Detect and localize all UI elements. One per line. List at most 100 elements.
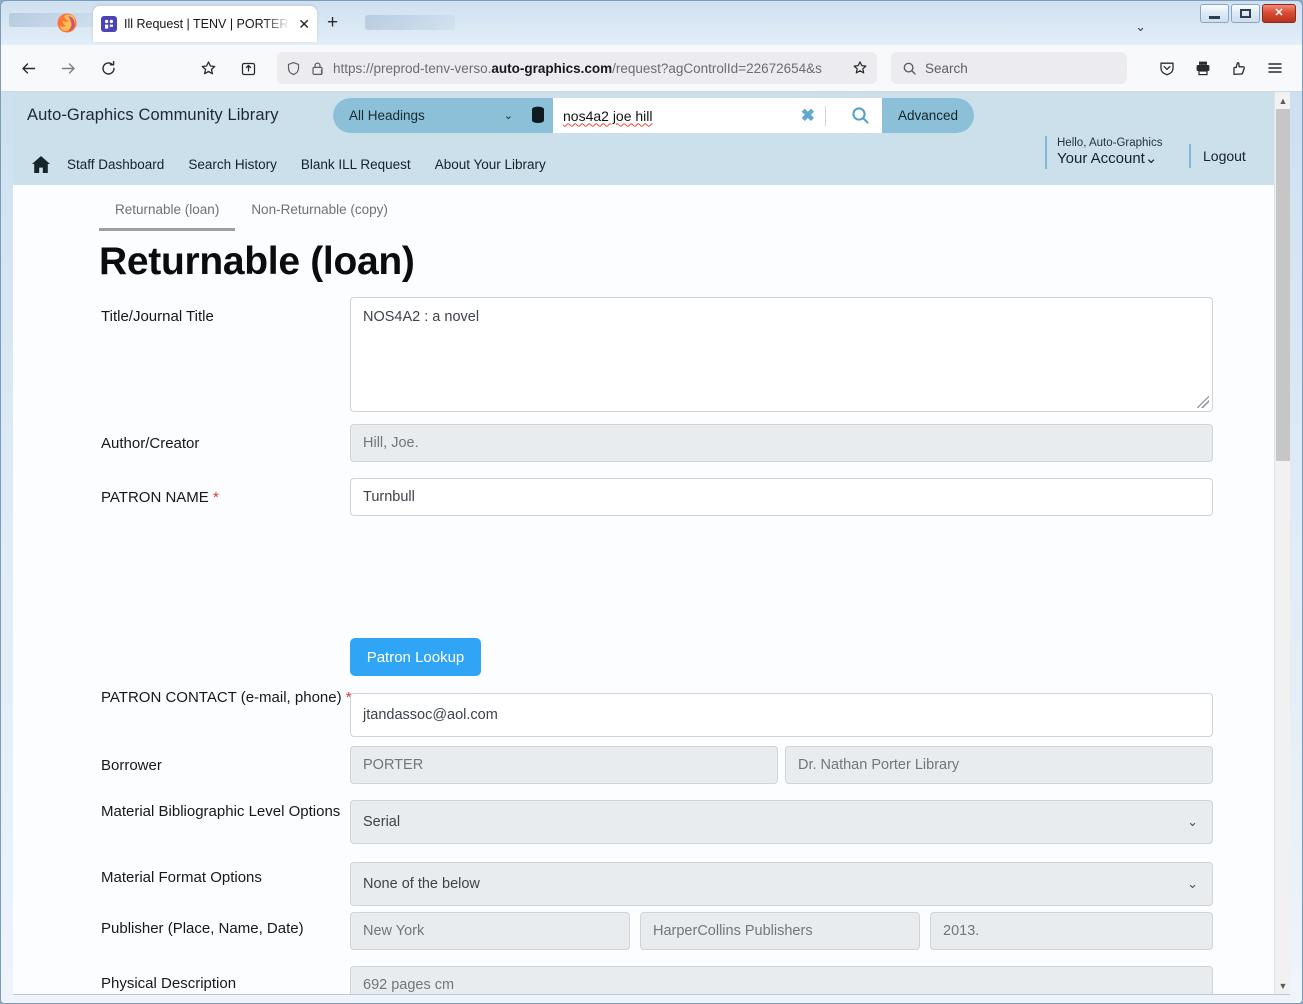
tab-close-icon[interactable]: ✕	[297, 17, 311, 31]
nav-item-staff-dashboard[interactable]: Staff Dashboard	[55, 157, 176, 172]
request-form: Returnable (loan) Non-Returnable (copy) …	[13, 185, 1274, 994]
author-input[interactable]: Hill, Joe.	[350, 424, 1213, 462]
patron-name-input[interactable]: Turnbull	[350, 478, 1213, 516]
scroll-down-icon[interactable]: ▼	[1275, 977, 1290, 994]
site-brand: Auto-Graphics Community Library	[27, 106, 279, 124]
search-icon	[901, 60, 917, 76]
search-input-value: nos4a2 joe hill	[563, 107, 653, 124]
reload-icon[interactable]	[93, 53, 123, 83]
chevron-down-icon: ⌄	[1187, 876, 1198, 891]
advanced-search-button[interactable]: Advanced	[882, 98, 975, 133]
page-scrollbar[interactable]: ▲ ▼	[1274, 92, 1290, 994]
print-icon[interactable]	[1188, 53, 1218, 83]
label-material-format: Material Format Options	[101, 869, 262, 886]
borrower-name-input[interactable]: Dr. Nathan Porter Library	[785, 746, 1213, 784]
tab-list-chevron-icon[interactable]: ⌄	[1135, 19, 1146, 35]
home-icon[interactable]	[31, 155, 51, 174]
publisher-place-value: New York	[363, 923, 425, 939]
bookmark-star-icon[interactable]	[193, 53, 223, 83]
search-divider	[825, 105, 826, 126]
resize-handle[interactable]	[1197, 396, 1209, 408]
toolbar-right-icons	[1152, 53, 1290, 83]
patron-lookup-button[interactable]: Patron Lookup	[350, 638, 481, 676]
borrower-code-input[interactable]: PORTER	[350, 746, 778, 784]
app-menu-icon[interactable]	[1260, 53, 1290, 83]
search-submit-button[interactable]	[838, 98, 882, 133]
label-patron-name: PATRON NAME *	[101, 489, 219, 506]
borrower-code-value: PORTER	[363, 757, 424, 773]
material-biblevel-value: Serial	[363, 814, 401, 830]
publisher-name-input[interactable]: HarperCollins Publishers	[640, 912, 920, 950]
publisher-place-input[interactable]: New York	[350, 912, 630, 950]
reader-extension-icon[interactable]	[1224, 53, 1254, 83]
url-domain: auto-graphics.com	[491, 60, 613, 76]
required-marker: *	[212, 489, 219, 506]
scrollbar-thumb[interactable]	[1276, 109, 1290, 461]
url-suffix: /request?agControlId=22672654&s	[612, 60, 822, 76]
patron-name-input-value: Turnbull	[363, 489, 415, 505]
search-scope-dropdown[interactable]: All Headings ⌄	[333, 98, 523, 133]
forward-icon[interactable]	[53, 53, 83, 83]
minimize-button[interactable]	[1200, 4, 1229, 23]
maximize-button[interactable]	[1231, 4, 1260, 23]
database-icon[interactable]	[523, 98, 553, 133]
label-material-biblevel: Material Bibliographic Level Options	[101, 803, 341, 820]
page-title: Returnable (loan)	[99, 240, 415, 283]
nav-item-about-your-library[interactable]: About Your Library	[423, 157, 558, 172]
window-controls: ✕	[1200, 4, 1296, 23]
account-greeting: Hello, Auto-Graphics	[1057, 137, 1163, 149]
publisher-date-input[interactable]: 2013.	[930, 912, 1213, 950]
tab-returnable-loan[interactable]: Returnable (loan)	[99, 202, 236, 231]
firefox-logo-icon	[56, 12, 78, 34]
shield-icon	[285, 60, 302, 77]
label-physical-description: Physical Description	[101, 975, 237, 992]
address-bookmark-star-icon[interactable]	[851, 59, 869, 77]
web-page: Auto-Graphics Community Library All Head…	[13, 92, 1274, 994]
chevron-down-icon: ⌄	[503, 110, 513, 122]
primary-nav: Staff Dashboard Search History Blank ILL…	[13, 144, 558, 185]
insecure-lock-icon	[309, 60, 326, 77]
physical-description-input[interactable]: 692 pages cm	[350, 966, 1213, 994]
nav-item-blank-ill-request[interactable]: Blank ILL Request	[289, 157, 423, 172]
window-title-ghost	[9, 13, 99, 27]
new-tab-button[interactable]: +	[327, 13, 338, 32]
back-icon[interactable]	[13, 53, 43, 83]
scroll-up-icon[interactable]: ▲	[1275, 92, 1290, 109]
url-prefix: https://preprod-tenv-verso.	[333, 60, 492, 76]
browser-search-box[interactable]: Search	[891, 52, 1127, 84]
patron-contact-input[interactable]: jtandassoc@aol.com	[350, 693, 1213, 737]
publisher-date-value: 2013.	[943, 923, 980, 939]
material-format-select[interactable]: None of the below ⌄	[350, 862, 1213, 906]
site-header: Auto-Graphics Community Library All Head…	[13, 92, 1274, 225]
label-publisher: Publisher (Place, Name, Date)	[101, 920, 304, 937]
tab-non-returnable-copy[interactable]: Non-Returnable (copy)	[235, 202, 404, 231]
browser-window: Ill Request | TENV | PORTER | Au ✕ + ⌄ ✕	[0, 0, 1303, 1004]
label-author: Author/Creator	[101, 435, 200, 452]
label-patron-contact: PATRON CONTACT (e-mail, phone) *	[101, 689, 352, 706]
clear-search-icon[interactable]: ✖	[795, 106, 821, 126]
borrower-name-value: Dr. Nathan Porter Library	[798, 757, 960, 773]
chevron-down-icon: ⌄	[1187, 814, 1198, 829]
search-scope-label: All Headings	[349, 108, 425, 123]
logout-link[interactable]: Logout	[1189, 144, 1246, 168]
site-favicon-icon	[101, 16, 117, 32]
title-bar: Ill Request | TENV | PORTER | Au ✕ + ⌄ ✕	[1, 1, 1302, 45]
material-biblevel-select[interactable]: Serial ⌄	[350, 800, 1213, 844]
form-type-tabs: Returnable (loan) Non-Returnable (copy)	[99, 202, 404, 231]
publisher-name-value: HarperCollins Publishers	[653, 923, 813, 939]
physical-description-value: 692 pages cm	[363, 977, 455, 993]
title-textarea[interactable]: NOS4A2 : a novel	[350, 297, 1213, 412]
nav-item-search-history[interactable]: Search History	[176, 157, 289, 172]
address-bar-url: https://preprod-tenv-verso.auto-graphics…	[333, 61, 844, 76]
site-search-bar: All Headings ⌄ nos4a2 joe hill ✖ Advance…	[333, 98, 975, 133]
address-bar[interactable]: https://preprod-tenv-verso.auto-graphics…	[277, 52, 877, 84]
account-menu[interactable]: Hello, Auto-Graphics Your Account⌄	[1045, 136, 1205, 170]
pocket-save-icon[interactable]	[1152, 53, 1182, 83]
label-title: Title/Journal Title	[101, 308, 214, 325]
account-menu-label: Your Account⌄	[1057, 150, 1158, 168]
close-button[interactable]: ✕	[1262, 4, 1296, 23]
save-to-pocket-icon[interactable]	[233, 53, 263, 83]
browser-tab[interactable]: Ill Request | TENV | PORTER | Au ✕	[93, 6, 317, 42]
material-format-value: None of the below	[363, 876, 480, 892]
search-input[interactable]: nos4a2 joe hill ✖	[553, 98, 838, 133]
